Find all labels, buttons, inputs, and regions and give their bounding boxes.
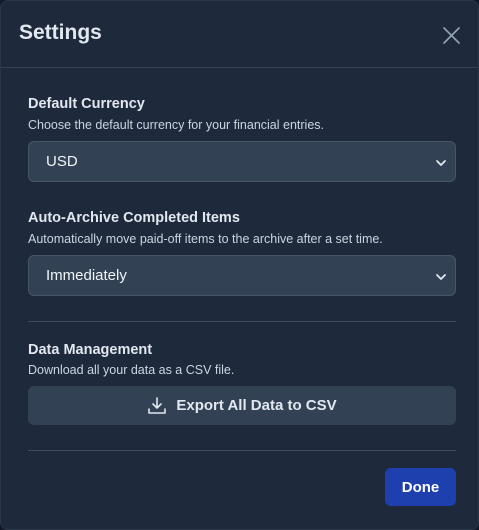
download-icon [147,396,167,416]
chevron-down-icon [436,274,446,280]
archive-select-value: Immediately [46,267,127,284]
footer-divider [28,450,456,451]
section-divider [28,321,456,322]
archive-help: Automatically move paid-off items to the… [28,232,383,246]
close-button[interactable] [437,21,465,49]
close-icon [442,26,460,44]
data-management-help: Download all your data as a CSV file. [28,363,235,377]
currency-select[interactable]: USD [28,141,456,182]
archive-label: Auto-Archive Completed Items [28,210,240,226]
settings-dialog: Settings Default Currency Choose the def… [0,0,479,530]
data-management-label: Data Management [28,342,153,358]
dialog-title: Settings [19,21,102,44]
export-csv-button[interactable]: Export All Data to CSV [28,386,456,425]
done-label: Done [401,478,440,496]
dialog-header: Settings [1,1,478,68]
currency-select-value: USD [46,153,78,170]
export-csv-label: Export All Data to CSV [176,397,337,414]
chevron-down-icon [436,160,446,166]
done-button[interactable]: Done [385,468,456,506]
archive-select[interactable]: Immediately [28,255,456,296]
currency-label: Default Currency [28,96,145,112]
currency-help: Choose the default currency for your fin… [28,118,324,132]
